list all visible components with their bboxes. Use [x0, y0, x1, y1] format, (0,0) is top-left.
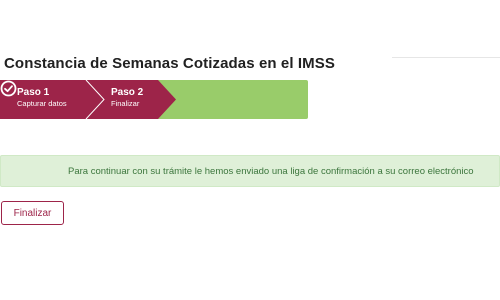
step-2-label: Paso 2 — [111, 87, 144, 98]
finalizar-button[interactable]: Finalizar — [1, 201, 64, 225]
step-1: Paso 1 Capturar datos — [17, 87, 67, 108]
progress-stepper: Paso 1 Capturar datos Paso 2 Finalizar — [0, 80, 308, 119]
success-alert: Para continuar con su trámite le hemos e… — [0, 155, 500, 187]
step-2: Paso 2 Finalizar — [111, 87, 143, 108]
page-title: Constancia de Semanas Cotizadas en el IM… — [4, 55, 335, 72]
step-1-label: Paso 1 — [17, 87, 50, 98]
step-1-sublabel: Capturar datos — [17, 99, 67, 108]
check-circle-icon — [0, 80, 17, 97]
header-divider — [392, 57, 500, 58]
alert-message: Para continuar con su trámite le hemos e… — [68, 166, 474, 177]
step-2-sublabel: Finalizar — [111, 99, 140, 108]
